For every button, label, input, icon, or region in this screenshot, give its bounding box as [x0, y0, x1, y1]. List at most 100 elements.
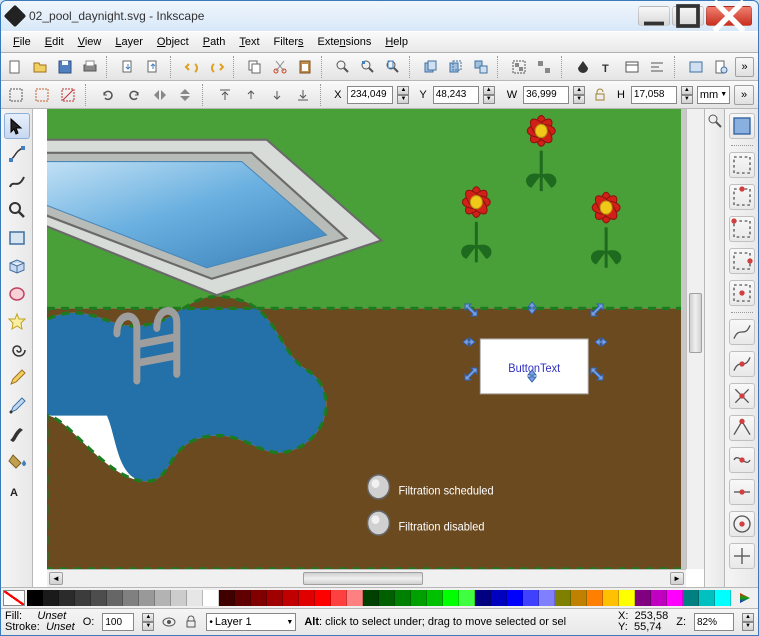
snap-intersection-icon[interactable]	[729, 383, 755, 409]
palette-swatch[interactable]	[411, 590, 427, 606]
layer-lock-icon[interactable]	[184, 615, 198, 629]
selection-handle-sw[interactable]	[464, 367, 478, 381]
palette-swatch[interactable]	[475, 590, 491, 606]
palette-swatch[interactable]	[59, 590, 75, 606]
pencil-tool-icon[interactable]	[4, 365, 30, 391]
palette-swatch[interactable]	[539, 590, 555, 606]
save-icon[interactable]	[55, 56, 76, 78]
palette-swatch[interactable]	[699, 590, 715, 606]
snap-object-center-icon[interactable]	[729, 511, 755, 537]
palette-swatch[interactable]	[427, 590, 443, 606]
tweak-tool-icon[interactable]	[4, 169, 30, 195]
paint-bucket-tool-icon[interactable]	[4, 449, 30, 475]
minimize-button[interactable]	[638, 6, 670, 26]
menu-text[interactable]: Text	[233, 34, 265, 50]
palette-swatch[interactable]	[155, 590, 171, 606]
h-input[interactable]	[631, 86, 677, 104]
flip-h-icon[interactable]	[149, 84, 171, 106]
rotate-cw-icon[interactable]	[123, 84, 145, 106]
opacity-input[interactable]	[102, 613, 134, 631]
palette-swatch[interactable]	[235, 590, 251, 606]
palette-swatch[interactable]	[603, 590, 619, 606]
zoom-page-icon[interactable]	[382, 56, 403, 78]
palette-swatch[interactable]	[219, 590, 235, 606]
calligraphy-tool-icon[interactable]	[4, 421, 30, 447]
palette-swatch[interactable]	[299, 590, 315, 606]
import-icon[interactable]	[118, 56, 139, 78]
unlink-clone-icon[interactable]	[471, 56, 492, 78]
lower-bottom-icon[interactable]	[292, 84, 314, 106]
selection-handle-s[interactable]	[525, 369, 539, 383]
palette-swatch[interactable]	[107, 590, 123, 606]
group-icon[interactable]	[509, 56, 530, 78]
scrollbar-horizontal[interactable]: ◄ ►	[47, 569, 686, 587]
star-tool-icon[interactable]	[4, 309, 30, 335]
palette-swatch[interactable]	[443, 590, 459, 606]
palette-swatch[interactable]	[187, 590, 203, 606]
scrollbar-vertical[interactable]	[686, 109, 704, 569]
open-icon[interactable]	[30, 56, 51, 78]
menu-layer[interactable]: Layer	[109, 34, 149, 50]
menu-object[interactable]: Object	[151, 34, 195, 50]
palette-swatch[interactable]	[379, 590, 395, 606]
selection-handle-ne[interactable]	[590, 303, 604, 317]
y-input[interactable]	[433, 86, 479, 104]
menu-path[interactable]: Path	[197, 34, 232, 50]
rotate-ccw-icon[interactable]	[97, 84, 119, 106]
palette-swatch[interactable]	[571, 590, 587, 606]
cut-icon[interactable]	[269, 56, 290, 78]
selection-handle-n[interactable]	[525, 301, 539, 315]
selection-handle-w[interactable]	[462, 335, 476, 349]
fill-stroke-indicator[interactable]: Fill: Unset Stroke: Unset	[5, 611, 75, 633]
palette-swatch[interactable]	[91, 590, 107, 606]
y-spinner[interactable]: ▲▼	[483, 86, 495, 104]
snap-rotation-center-icon[interactable]	[729, 543, 755, 569]
palette-swatch[interactable]	[667, 590, 683, 606]
palette-menu-icon[interactable]	[738, 591, 752, 605]
zoom-spinner[interactable]: ▲▼	[742, 613, 754, 631]
h-spinner[interactable]: ▲▼	[681, 86, 693, 104]
lower-icon[interactable]	[266, 84, 288, 106]
3dbox-tool-icon[interactable]	[4, 253, 30, 279]
palette-swatch[interactable]	[715, 590, 731, 606]
new-icon[interactable]	[5, 56, 26, 78]
close-button[interactable]	[706, 6, 752, 26]
unit-select[interactable]: mm▼	[697, 86, 730, 104]
menu-edit[interactable]: Edit	[39, 34, 70, 50]
snap-bbox-edge-icon[interactable]	[729, 184, 755, 210]
palette-swatch[interactable]	[459, 590, 475, 606]
palette-swatch[interactable]	[75, 590, 91, 606]
menu-help[interactable]: Help	[379, 34, 414, 50]
copy-icon[interactable]	[245, 56, 266, 78]
text-tool-icon[interactable]: A	[4, 477, 30, 503]
snap-bbox-corner-icon[interactable]	[729, 216, 755, 242]
zoom-tool-icon[interactable]	[4, 197, 30, 223]
snap-bbox-midedge-icon[interactable]	[729, 248, 755, 274]
doc-prefs-icon[interactable]	[710, 56, 731, 78]
zoom-selection-icon[interactable]	[333, 56, 354, 78]
palette-swatch[interactable]	[251, 590, 267, 606]
selection-handle-nw[interactable]	[464, 303, 478, 317]
snap-node-icon[interactable]	[729, 319, 755, 345]
palette-swatch[interactable]	[363, 590, 379, 606]
snap-toggle-icon[interactable]	[729, 113, 755, 139]
palette-swatch[interactable]	[491, 590, 507, 606]
palette-swatch[interactable]	[27, 590, 43, 606]
menu-filters[interactable]: Filters	[268, 34, 310, 50]
menu-view[interactable]: View	[72, 34, 108, 50]
palette-swatch[interactable]	[331, 590, 347, 606]
duplicate-icon[interactable]	[421, 56, 442, 78]
palette-swatch[interactable]	[43, 590, 59, 606]
fill-stroke-icon[interactable]	[572, 56, 593, 78]
pen-tool-icon[interactable]	[4, 393, 30, 419]
selection-handle-se[interactable]	[590, 367, 604, 381]
spiral-tool-icon[interactable]	[4, 337, 30, 363]
export-icon[interactable]	[143, 56, 164, 78]
node-tool-icon[interactable]	[4, 141, 30, 167]
palette-swatch[interactable]	[555, 590, 571, 606]
selector-tool-icon[interactable]	[4, 113, 30, 139]
palette-swatch[interactable]	[283, 590, 299, 606]
menu-extensions[interactable]: Extensions	[312, 34, 378, 50]
ungroup-icon[interactable]	[534, 56, 555, 78]
ellipse-tool-icon[interactable]	[4, 281, 30, 307]
